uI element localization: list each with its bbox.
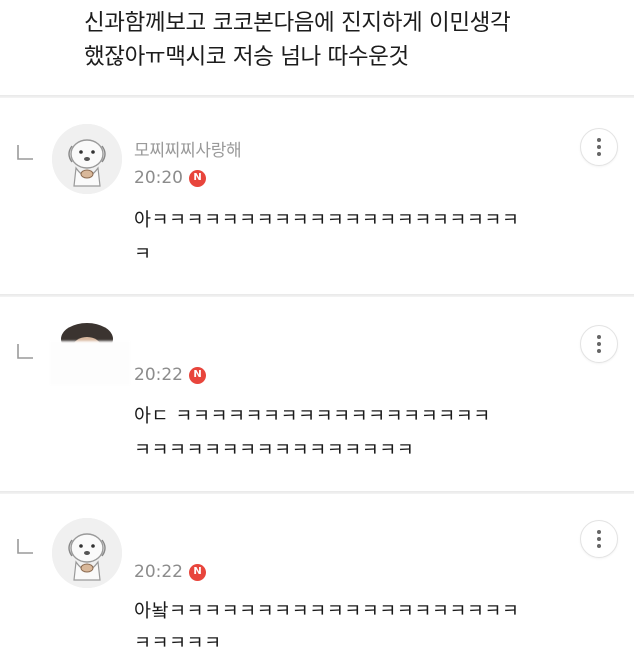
new-badge-icon: N (189, 169, 206, 187)
comment-meta: 20:22 N (134, 562, 206, 582)
comment-text-line-2: ㅋㅋㅋㅋㅋㅋㅋㅋㅋㅋㅋㅋㅋㅋㅋㅋ (134, 440, 415, 461)
more-vertical-icon (597, 335, 601, 353)
new-badge-icon: N (189, 563, 206, 581)
more-options-button[interactable] (580, 325, 618, 363)
comment-meta: 20:22 N (134, 365, 206, 385)
dog-avatar-icon (52, 124, 122, 194)
comment-item: 20:22 N 아놬ㅋㅋㅋㅋㅋㅋㅋㅋㅋㅋㅋㅋㅋㅋㅋㅋㅋㅋㅋㅋ ㅋㅋㅋㅋㅋ (0, 494, 634, 664)
more-vertical-icon (597, 530, 601, 548)
comment-item: 모찌찌찌사랑해 20:20 N 아ㅋㅋㅋㅋㅋㅋㅋㅋㅋㅋㅋㅋㅋㅋㅋㅋㅋㅋㅋㅋㅋ ㅋ (0, 98, 634, 294)
reply-arrow-icon (17, 539, 33, 554)
comment-text-line-2: ㅋ (134, 244, 152, 265)
more-options-button[interactable] (580, 128, 618, 166)
more-options-button[interactable] (580, 520, 618, 558)
avatar[interactable] (52, 124, 122, 194)
comment-text-line-1: 아ㅋㅋㅋㅋㅋㅋㅋㅋㅋㅋㅋㅋㅋㅋㅋㅋㅋㅋㅋㅋㅋ (134, 210, 520, 231)
reply-arrow-icon (17, 344, 33, 359)
comment-text-line-1: 아놬ㅋㅋㅋㅋㅋㅋㅋㅋㅋㅋㅋㅋㅋㅋㅋㅋㅋㅋㅋㅋ (134, 601, 520, 622)
new-badge-icon: N (189, 366, 206, 384)
dog-avatar-icon (52, 518, 122, 588)
post-line-2: 했잖아ㅠ맥시코 저승 넘나 따수운것 (84, 44, 409, 70)
blurred-area (50, 341, 130, 385)
comment-meta: 20:20 N (134, 168, 206, 188)
comment-text-line-2: ㅋㅋㅋㅋㅋ (134, 633, 222, 654)
post-content: 신과함께보고 코코본다음에 진지하게 이민생각 했잖아ㅠ맥시코 저승 넘나 따수… (84, 6, 614, 74)
post-line-1: 신과함께보고 코코본다음에 진지하게 이민생각 (84, 10, 511, 36)
comment-time: 20:22 (134, 365, 183, 385)
reply-arrow-icon (17, 145, 33, 160)
avatar[interactable] (52, 518, 122, 588)
comment-time: 20:20 (134, 168, 183, 188)
comment-time: 20:22 (134, 562, 183, 582)
more-vertical-icon (597, 138, 601, 156)
comment-item: 20:22 N 아ㄷ ㅋㅋㅋㅋㅋㅋㅋㅋㅋㅋㅋㅋㅋㅋㅋㅋㅋㅋ ㅋㅋㅋㅋㅋㅋㅋㅋㅋㅋ… (0, 297, 634, 491)
comment-text-line-1: 아ㄷ ㅋㅋㅋㅋㅋㅋㅋㅋㅋㅋㅋㅋㅋㅋㅋㅋㅋㅋ (134, 406, 491, 427)
comment-nickname[interactable]: 모찌찌찌사랑해 (134, 136, 242, 161)
